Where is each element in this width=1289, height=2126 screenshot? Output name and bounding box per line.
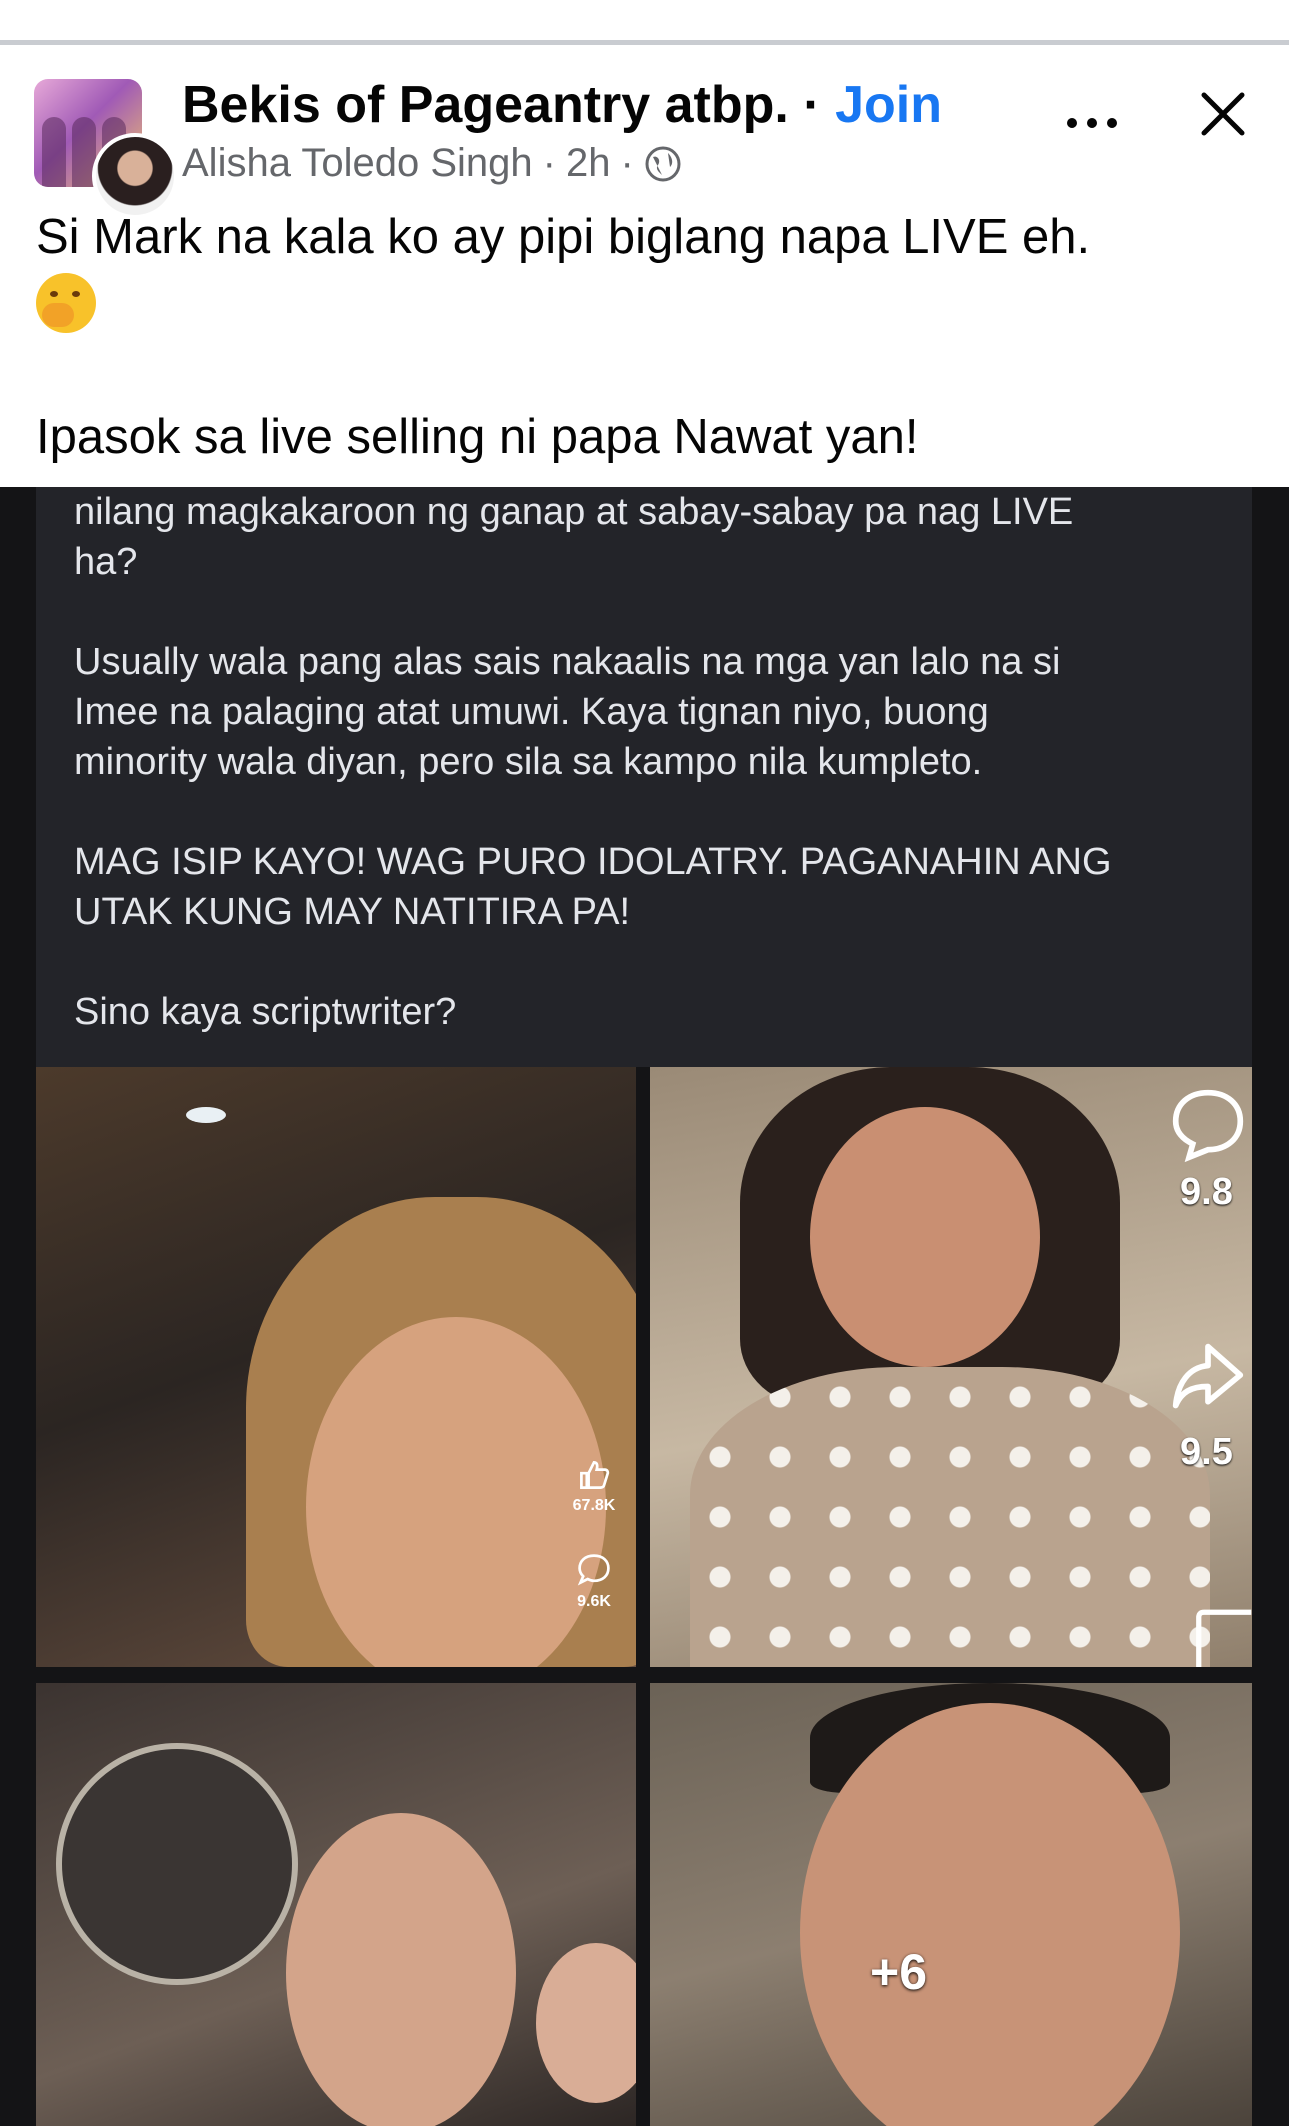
- collage-photo-3[interactable]: [36, 1683, 636, 2126]
- like-count: 67.8K: [572, 1497, 616, 1514]
- post-title-line: Bekis of Pageantry atbp. · Join: [182, 75, 942, 135]
- post-photo[interactable]: nilang magkakaroon ng ganap at sabay-sab…: [0, 487, 1289, 2126]
- post-text-line: Ipasok sa live selling ni papa Nawat yan…: [36, 410, 919, 464]
- bookmark-icon: [1196, 1609, 1252, 1667]
- join-button[interactable]: Join: [835, 76, 942, 134]
- senate-seal: [56, 1743, 298, 1985]
- meta-separator: ·: [542, 141, 556, 185]
- face-with-hand-over-mouth-emoji-icon: [36, 273, 96, 333]
- post-text-line: Si Mark na kala ko ay pipi biglang napa …: [36, 210, 1091, 264]
- post-header: Bekis of Pageantry atbp. · Join Alisha T…: [0, 45, 1289, 219]
- share-icon: [1172, 1343, 1244, 1409]
- author-name-link[interactable]: Alisha Toledo Singh: [182, 141, 533, 186]
- more-photos-count[interactable]: +6: [870, 1943, 927, 2001]
- person-face: [536, 1943, 636, 2103]
- comment-icon: [577, 1554, 610, 1586]
- globe-icon: [645, 146, 681, 181]
- ceiling-light: [186, 1107, 226, 1123]
- post-time-link[interactable]: 2h: [566, 141, 611, 186]
- meta-separator: ·: [620, 141, 634, 185]
- comment-count: 9.8: [1180, 1171, 1233, 1213]
- collage-photo-4[interactable]: +6: [650, 1683, 1252, 2126]
- person-face: [286, 1813, 516, 2126]
- title-separator: ·: [803, 76, 821, 134]
- collage-photo-1[interactable]: 67.8K 9.6K: [36, 1067, 636, 1667]
- close-icon[interactable]: [1198, 89, 1248, 139]
- post-meta-line: Alisha Toledo Singh · 2h ·: [182, 141, 682, 186]
- screenshot-post-text: nilang magkakaroon ng ganap at sabay-sab…: [74, 491, 1112, 1033]
- like-icon: [580, 1461, 610, 1489]
- comment-count: 9.6K: [577, 1593, 611, 1610]
- photo-collage: 67.8K 9.6K 9.8 9.5 +6: [36, 1067, 1252, 2126]
- comment-icon: [1172, 1089, 1244, 1163]
- group-name-link[interactable]: Bekis of Pageantry atbp.: [182, 76, 789, 134]
- screenshot-dark-post: nilang magkakaroon ng ganap at sabay-sab…: [36, 487, 1252, 1067]
- post-text: Si Mark na kala ko ay pipi biglang napa …: [36, 205, 1256, 469]
- top-status-strip: [0, 0, 1289, 45]
- more-options-icon[interactable]: [1064, 113, 1120, 133]
- share-count: 9.5: [1180, 1431, 1233, 1473]
- collage-photo-2[interactable]: 9.8 9.5: [650, 1067, 1252, 1667]
- person-face: [810, 1107, 1040, 1367]
